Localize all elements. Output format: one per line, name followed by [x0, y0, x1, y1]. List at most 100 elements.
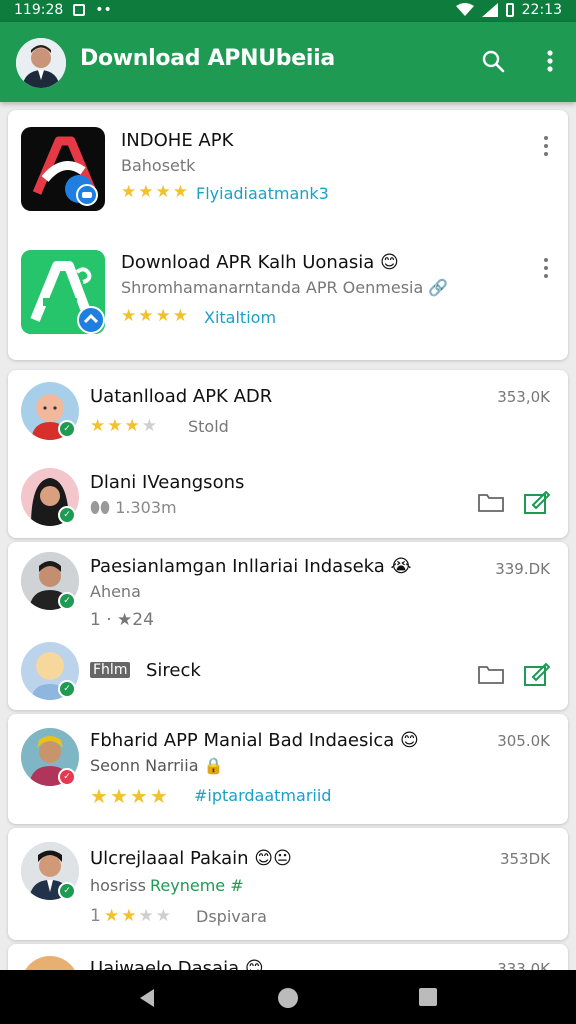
app-list-card: Uaiwaelo Dasaia 😊 333.0K: [8, 944, 568, 970]
app-name: Ulcrejlaaal Pakain 😊😐: [90, 848, 292, 869]
app-subtitle-accent: Reyneme #: [150, 876, 244, 895]
back-icon[interactable]: [136, 987, 158, 1009]
list-item[interactable]: ✓ Ulcrejlaaal Pakain 😊😐 hosriss Reyneme …: [8, 828, 568, 940]
avatar: [21, 956, 79, 970]
list-item[interactable]: ✓ Uatanlload APK ADR ★ ★ ★ ★ Stold 353,0K: [8, 370, 568, 454]
status-time-left: 119:28: [14, 2, 64, 18]
content-list: INDOHE APK Bahosetk ★ ★ ★ ★ Flyiadiaatmank3: [0, 102, 576, 970]
app-subtitle: Stold: [188, 417, 229, 436]
signal-icon: [481, 3, 498, 17]
verified-badge-icon: ✓: [58, 592, 76, 610]
app-subtitle: Bahosetk: [121, 156, 196, 175]
rank-number: 1: [90, 906, 101, 926]
app-title: Download APNUbeiia: [80, 46, 335, 71]
app-rating-count: 1 · ★24: [90, 610, 154, 630]
battery-icon: [505, 3, 514, 17]
app-badge-label: Fhlm: [90, 662, 131, 678]
verified-badge-icon: ✓: [58, 420, 76, 438]
app-name: Paesianlamgan Inllariai Indaseka 😭: [90, 556, 412, 577]
list-item[interactable]: ✓ Fhlm Sireck: [8, 632, 568, 710]
star-icon: ★: [121, 906, 137, 926]
star-icon: ★: [155, 306, 171, 326]
app-size: 353,0K: [497, 388, 550, 406]
featured-app-item[interactable]: Download APR Kalh Uonasia 😊 Shromhamanar…: [8, 230, 568, 360]
notification-icon: [73, 4, 86, 16]
status-time-right: 22:13: [521, 2, 562, 18]
app-list-card: ✓ Paesianlamgan Inllariai Indaseka 😭 Ahe…: [8, 542, 568, 710]
app-tag: Xitaltiom: [204, 308, 277, 327]
star-icon: ★: [141, 416, 157, 436]
rating-stars: ★ ★ ★ ★: [121, 306, 188, 326]
app-subtitle: hosriss: [90, 876, 146, 895]
star-icon: ★: [172, 182, 188, 202]
app-name: Dlani IVeangsons: [90, 472, 245, 493]
star-icon: ★: [121, 306, 137, 326]
star-icon: ★: [124, 416, 140, 436]
star-icon: ★: [138, 182, 154, 202]
verified-badge-icon: ✓: [58, 882, 76, 900]
item-menu-icon[interactable]: [542, 258, 550, 278]
status-bar: 119:28 •• 22:13: [0, 0, 576, 22]
rating-stars: ★ ★ ★ ★: [90, 784, 168, 808]
edit-icon[interactable]: [524, 662, 550, 686]
app-size: 305.0K: [497, 732, 550, 750]
app-name: Download APR Kalh Uonasia 😊: [121, 252, 399, 273]
featured-app-item[interactable]: INDOHE APK Bahosetk ★ ★ ★ ★ Flyiadiaatmank3: [8, 110, 568, 230]
list-item[interactable]: ✓ Dlani IVeangsons ⬮⬮ 1.303m: [8, 454, 568, 538]
app-downloads: 1.303m: [115, 498, 177, 517]
row-actions: [478, 490, 550, 514]
app-tag: Flyiadiaatmank3: [196, 184, 329, 203]
star-icon: ★: [121, 182, 137, 202]
folder-icon[interactable]: [478, 490, 504, 512]
app-name: INDOHE APK: [121, 130, 234, 151]
app-tag: #iptardaatmariid: [194, 786, 332, 805]
app-size: 333.0K: [497, 960, 550, 970]
more-vert-icon[interactable]: [533, 44, 567, 78]
app-bar: Download APNUbeiia: [0, 22, 576, 102]
rating-stars: ★ ★ ★ ★: [104, 906, 171, 926]
user-avatar-icon[interactable]: [16, 38, 66, 88]
app-subtitle: Ahena: [90, 582, 141, 601]
app-subtitle: Shromhamanarntanda APR Oenmesia 🔗: [121, 278, 449, 297]
star-icon: ★: [172, 306, 188, 326]
app-name: Fbharid APP Manial Bad Indaesica 😊: [90, 730, 419, 751]
app-logo-icon: [21, 250, 105, 334]
star-icon: ★: [138, 306, 154, 326]
featured-card: INDOHE APK Bahosetk ★ ★ ★ ★ Flyiadiaatmank3: [8, 110, 568, 360]
verified-badge-icon: ✓: [58, 768, 76, 786]
app-name: Uaiwaelo Dasaia 😊: [90, 958, 264, 970]
rating-stars: ★ ★ ★ ★: [90, 416, 157, 436]
app-logo-icon: [21, 127, 105, 211]
star-icon: ★: [129, 784, 148, 808]
app-size: 339.DK: [495, 560, 550, 578]
star-icon: ★: [90, 416, 106, 436]
list-item[interactable]: ✓ Fbharid APP Manial Bad Indaesica 😊 Seo…: [8, 714, 568, 824]
home-icon[interactable]: [277, 987, 299, 1009]
navigation-bar: [0, 970, 576, 1024]
app-list-card: ✓ Fbharid APP Manial Bad Indaesica 😊 Seo…: [8, 714, 568, 824]
star-icon: ★: [109, 784, 128, 808]
rating-stars: ★ ★ ★ ★: [121, 182, 188, 202]
star-icon: ★: [138, 906, 154, 926]
app-subtitle: Seonn Narriia 🔒: [90, 756, 224, 775]
list-item[interactable]: ✓ Paesianlamgan Inllariai Indaseka 😭 Ahe…: [8, 542, 568, 632]
folder-icon[interactable]: [478, 662, 504, 684]
star-icon: ★: [107, 416, 123, 436]
app-list-card: ✓ Ulcrejlaaal Pakain 😊😐 hosriss Reyneme …: [8, 828, 568, 940]
app-category: Dspivara: [196, 907, 267, 926]
app-name: Uatanlload APK ADR: [90, 386, 273, 407]
star-icon: ★: [155, 182, 171, 202]
star-icon: ★: [155, 906, 171, 926]
app-size: 353DK: [499, 850, 550, 868]
app-list-card: ✓ Uatanlload APK ADR ★ ★ ★ ★ Stold 353,0K ✓…: [8, 370, 568, 538]
list-item[interactable]: Uaiwaelo Dasaia 😊 333.0K: [8, 944, 568, 970]
row-actions: [478, 662, 550, 686]
app-name: Sireck: [146, 660, 201, 681]
app-subtitle: ⬮⬮ 1.303m: [90, 498, 177, 518]
item-menu-icon[interactable]: [542, 136, 550, 156]
recents-icon[interactable]: [418, 987, 438, 1007]
dots-icon: ••: [95, 2, 112, 18]
edit-icon[interactable]: [524, 490, 550, 514]
verified-badge-icon: ✓: [58, 506, 76, 524]
search-icon[interactable]: [476, 44, 510, 78]
